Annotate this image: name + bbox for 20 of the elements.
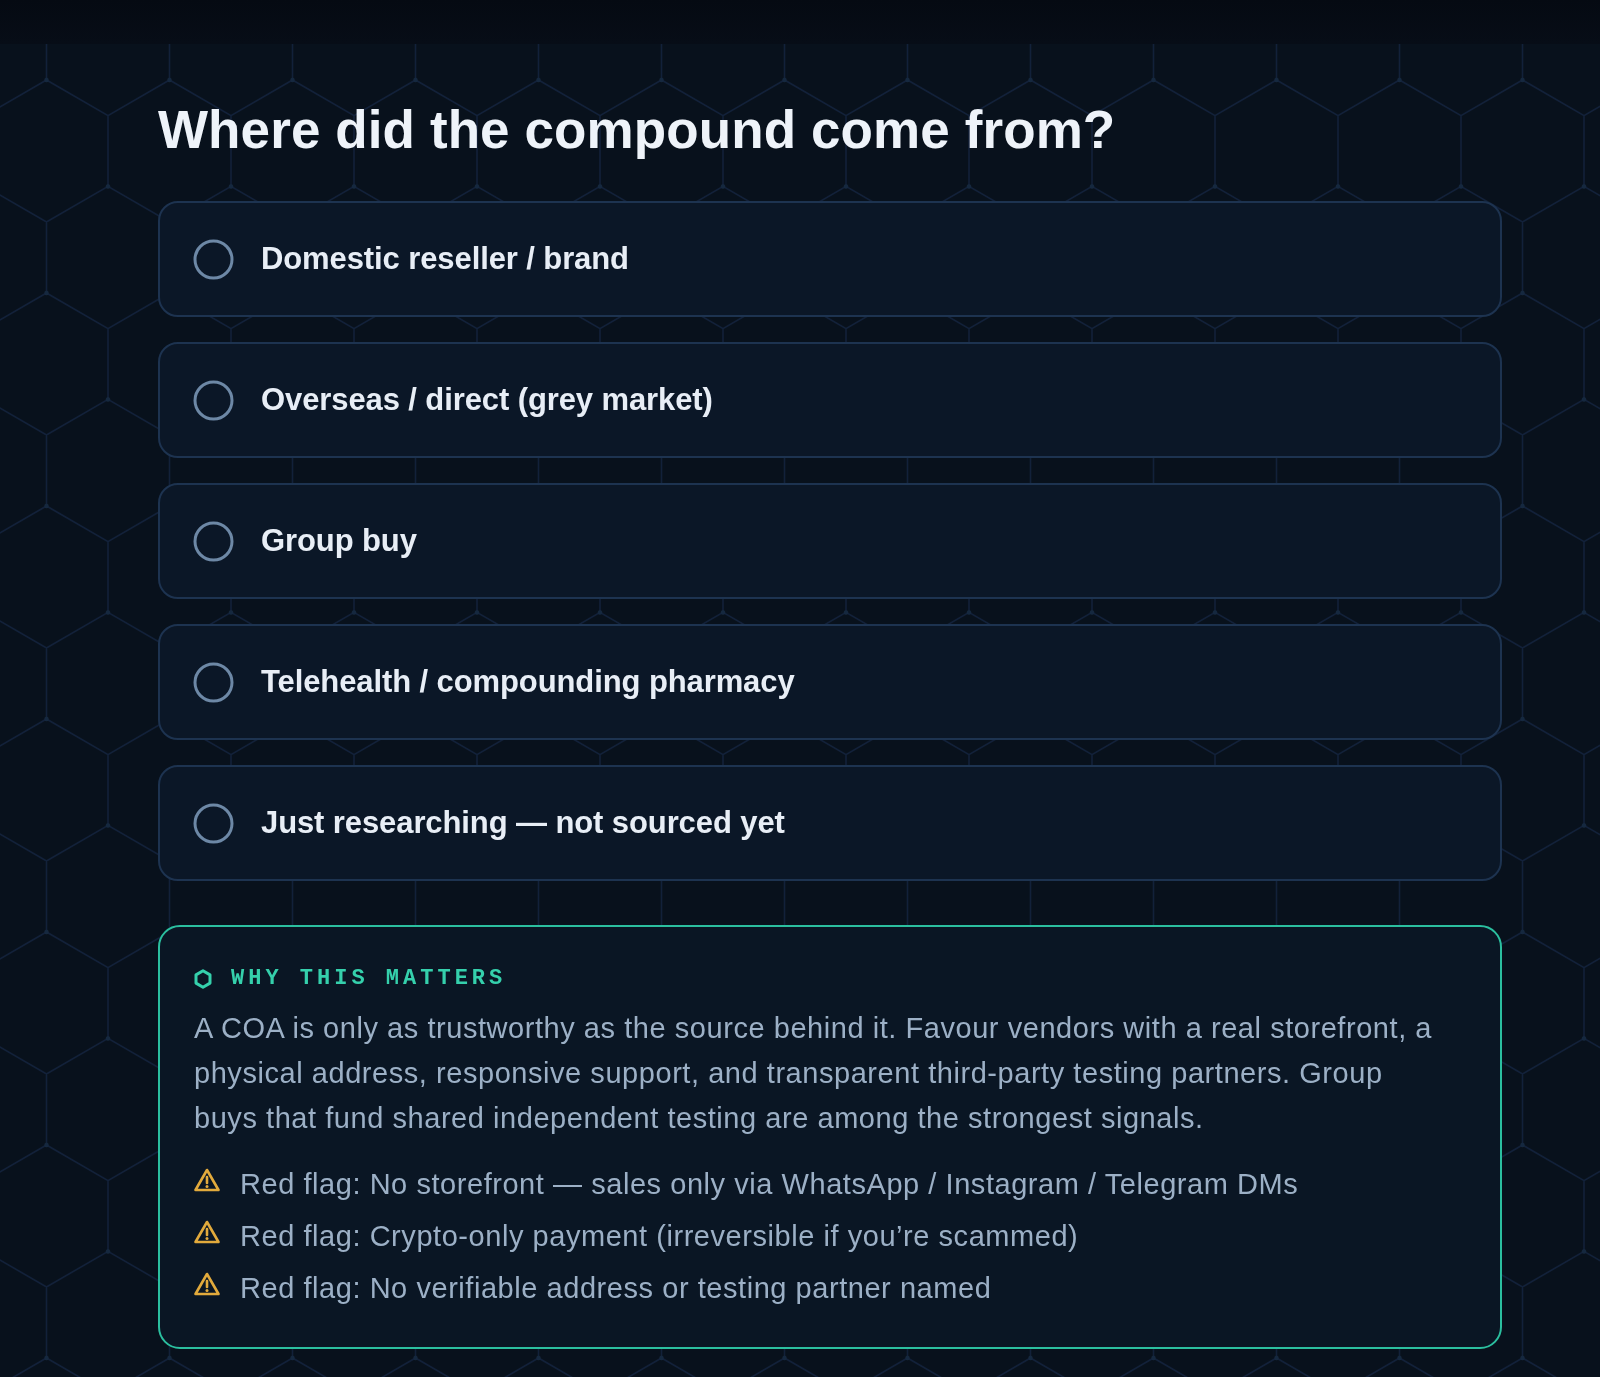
warning-flag-text: Red flag: No storefront — sales only via WhatsApp / Instagram / Telegram DMs (240, 1167, 1299, 1202)
option-button[interactable]: Just researching — not sourced yet (158, 765, 1502, 881)
question-title: Where did the compound come from? (158, 101, 1116, 159)
radio-circle-icon[interactable] (193, 802, 234, 844)
option-button[interactable]: Telehealth / compounding pharmacy (158, 624, 1502, 740)
warning-icon (194, 1272, 220, 1296)
radio-circle-icon[interactable] (193, 661, 234, 703)
option-button[interactable]: Group buy (158, 483, 1502, 599)
warning-flag-text: Red flag: No verifiable address or testing partner named (240, 1271, 992, 1306)
radio-circle-icon[interactable] (193, 238, 234, 280)
section-heading: WHY THIS MATTERS (231, 965, 507, 993)
option-button[interactable]: Domestic reseller / brand (158, 201, 1502, 317)
option-button[interactable]: Overseas / direct (grey market) (158, 342, 1502, 458)
warning-icon (194, 1168, 220, 1192)
radio-circle-icon[interactable] (193, 379, 234, 421)
hexagon-icon (194, 969, 212, 989)
radio-circle-icon[interactable] (193, 520, 234, 562)
warning-flag-text: Red flag: Crypto-only payment (irreversible if you’re scammed) (240, 1219, 1079, 1254)
info-paragraph: A COA is only as trustworthy as the source behind it. Favour vendors with a real storefront, a physical address, responsive support, and transparent third-party testing partners. Group buys that fund shared independent testing are among the strongest signals. (194, 1011, 1434, 1136)
warning-icon (194, 1220, 220, 1244)
